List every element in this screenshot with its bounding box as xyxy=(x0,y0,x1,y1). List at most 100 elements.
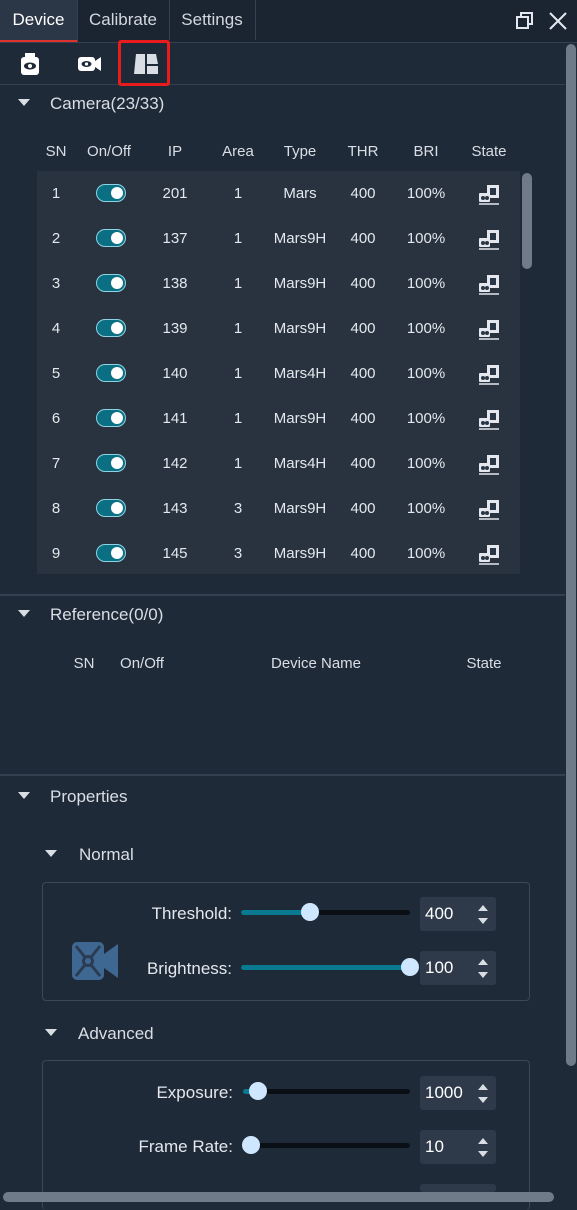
collapse-triangle-icon[interactable] xyxy=(18,610,30,618)
brightness-value[interactable]: 100 xyxy=(425,951,453,985)
cell-ip: 201 xyxy=(162,185,188,202)
onoff-toggle[interactable] xyxy=(96,184,126,202)
table-row[interactable]: 6 141 1 Mars9H 400 100% xyxy=(37,396,520,441)
cell-type: Mars9H xyxy=(273,320,327,337)
frame-rate-value[interactable]: 10 xyxy=(425,1130,444,1164)
spin-up-icon[interactable] xyxy=(478,905,488,911)
selection-highlight xyxy=(118,40,170,86)
onoff-toggle[interactable] xyxy=(96,454,126,472)
exposure-spinbox[interactable]: 1000 xyxy=(420,1076,496,1110)
onoff-toggle[interactable] xyxy=(96,499,126,517)
exposure-label: Exposure: xyxy=(156,1083,233,1102)
collapse-triangle-icon[interactable] xyxy=(18,792,30,800)
onoff-toggle[interactable] xyxy=(96,274,126,292)
cell-ip: 145 xyxy=(162,545,188,562)
cell-type: Mars4H xyxy=(273,365,327,382)
tab-calibrate[interactable]: Calibrate xyxy=(77,0,170,40)
cell-area: 1 xyxy=(233,455,243,472)
cell-thr: 400 xyxy=(350,500,376,517)
exposure-value[interactable]: 1000 xyxy=(425,1076,463,1110)
camera-view-icon[interactable] xyxy=(75,50,103,78)
collapse-triangle-icon[interactable] xyxy=(18,99,30,107)
table-row[interactable]: 3 138 1 Mars9H 400 100% xyxy=(37,261,520,306)
onoff-toggle[interactable] xyxy=(96,544,126,562)
tab-settings[interactable]: Settings xyxy=(169,0,256,40)
camera-section-header[interactable]: Camera(23/33) xyxy=(18,91,164,117)
spin-up-icon[interactable] xyxy=(478,1084,488,1090)
threshold-label: Threshold: xyxy=(151,904,232,923)
camera-device-icon xyxy=(72,942,118,980)
threshold-value[interactable]: 400 xyxy=(425,897,453,931)
cell-sn: 3 xyxy=(51,275,61,292)
cell-ip: 138 xyxy=(162,275,188,292)
restore-window-icon[interactable] xyxy=(513,9,537,33)
brightness-spinbox[interactable]: 100 xyxy=(420,951,496,985)
connection-state-icon xyxy=(479,230,499,250)
frame-rate-label: Frame Rate: xyxy=(138,1137,233,1156)
next-spinbox-partial[interactable] xyxy=(420,1184,496,1192)
table-row[interactable]: 2 137 1 Mars9H 400 100% xyxy=(37,216,520,261)
col-onoff: On/Off xyxy=(87,143,131,160)
advanced-group-header[interactable]: Advanced xyxy=(45,1021,154,1047)
threshold-slider[interactable] xyxy=(241,903,410,921)
collapse-triangle-icon[interactable] xyxy=(45,1029,57,1037)
col-area: Area xyxy=(222,143,254,160)
collapse-triangle-icon[interactable] xyxy=(45,850,57,858)
slider-handle[interactable] xyxy=(301,903,319,921)
normal-group-header[interactable]: Normal xyxy=(45,842,134,868)
advanced-group-title: Advanced xyxy=(78,1024,154,1043)
cell-ip: 141 xyxy=(162,410,188,427)
table-row[interactable]: 1 201 1 Mars 400 100% xyxy=(37,171,520,216)
cell-thr: 400 xyxy=(350,230,376,247)
spin-up-icon[interactable] xyxy=(478,1138,488,1144)
spin-down-icon[interactable] xyxy=(478,918,488,924)
exposure-slider[interactable] xyxy=(243,1082,410,1100)
table-scrollbar[interactable] xyxy=(522,173,532,269)
slider-fill xyxy=(241,965,410,970)
close-icon[interactable] xyxy=(546,9,570,33)
cell-sn: 8 xyxy=(51,500,61,517)
connection-state-icon xyxy=(479,500,499,520)
spin-down-icon[interactable] xyxy=(478,972,488,978)
cell-bri: 100% xyxy=(406,230,446,247)
table-row[interactable]: 4 139 1 Mars9H 400 100% xyxy=(37,306,520,351)
cell-bri: 100% xyxy=(406,275,446,292)
cell-area: 1 xyxy=(233,410,243,427)
brightness-slider[interactable] xyxy=(241,958,419,976)
cell-ip: 137 xyxy=(162,230,188,247)
onoff-toggle[interactable] xyxy=(96,409,126,427)
cell-thr: 400 xyxy=(350,545,376,562)
device-view-icon[interactable] xyxy=(16,50,44,78)
cell-ip: 142 xyxy=(162,455,188,472)
properties-section-header[interactable]: Properties xyxy=(18,784,127,810)
table-row[interactable]: 7 142 1 Mars4H 400 100% xyxy=(37,441,520,486)
slider-handle[interactable] xyxy=(401,958,419,976)
onoff-toggle[interactable] xyxy=(96,229,126,247)
slider-handle[interactable] xyxy=(242,1136,260,1154)
cell-bri: 100% xyxy=(406,455,446,472)
panel-vertical-scrollbar[interactable] xyxy=(566,44,576,1066)
spin-up-icon[interactable] xyxy=(478,959,488,965)
panel-horizontal-scrollbar[interactable] xyxy=(3,1192,554,1202)
connection-state-icon xyxy=(479,320,499,340)
frame-rate-slider[interactable] xyxy=(242,1136,410,1154)
cell-sn: 5 xyxy=(51,365,61,382)
onoff-toggle[interactable] xyxy=(96,364,126,382)
table-row[interactable]: 8 143 3 Mars9H 400 100% xyxy=(37,486,520,531)
spin-down-icon[interactable] xyxy=(478,1151,488,1157)
properties-section-title: Properties xyxy=(50,787,128,806)
table-row[interactable]: 9 145 3 Mars9H 400 100% xyxy=(37,531,520,576)
threshold-spinbox[interactable]: 400 xyxy=(420,897,496,931)
spin-down-icon[interactable] xyxy=(478,1097,488,1103)
cell-ip: 139 xyxy=(162,320,188,337)
cell-thr: 400 xyxy=(350,275,376,292)
slider-handle[interactable] xyxy=(249,1082,267,1100)
cell-type: Mars9H xyxy=(273,500,327,517)
frame-rate-spinbox[interactable]: 10 xyxy=(420,1130,496,1164)
tab-device[interactable]: Device xyxy=(0,0,78,42)
reference-section-header[interactable]: Reference(0/0) xyxy=(18,602,163,628)
cell-bri: 100% xyxy=(406,545,446,562)
onoff-toggle[interactable] xyxy=(96,319,126,337)
cell-area: 1 xyxy=(233,275,243,292)
table-row[interactable]: 5 140 1 Mars4H 400 100% xyxy=(37,351,520,396)
